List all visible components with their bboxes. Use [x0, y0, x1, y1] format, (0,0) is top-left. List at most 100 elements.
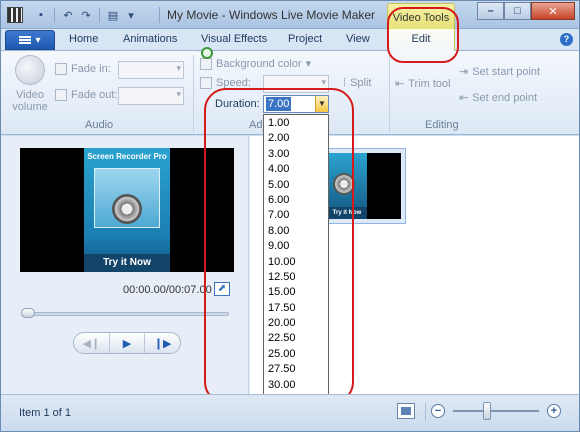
- window-title: My Movie - Windows Live Movie Maker: [167, 8, 376, 22]
- duration-option[interactable]: 30.00: [264, 378, 328, 393]
- set-end-point-button[interactable]: ⇤ Set end point: [459, 91, 537, 105]
- title-separator: [159, 7, 160, 23]
- duration-option[interactable]: 4.00: [264, 162, 328, 177]
- video-thumbnail: Screen Recorder Pro Try it Now: [84, 148, 170, 272]
- help-icon[interactable]: ?: [560, 33, 573, 46]
- duration-icon: [201, 47, 213, 59]
- thumbnail-view-icon[interactable]: [397, 403, 415, 419]
- timecode: 00:00.00/00:07.00: [123, 284, 212, 296]
- duration-option[interactable]: 22.50: [264, 331, 328, 346]
- group-separator: [389, 55, 390, 133]
- zoom-in-icon[interactable]: +: [547, 404, 561, 418]
- video-volume-button[interactable]: Video volume: [11, 89, 49, 113]
- playback-controls: ◀❙ ▶ ❙▶: [73, 332, 181, 354]
- duration-option[interactable]: 3.00: [264, 147, 328, 162]
- duration-option[interactable]: 20.00: [264, 316, 328, 331]
- speed-dropdown[interactable]: [263, 75, 329, 93]
- fade-out-icon: [55, 89, 67, 101]
- background-color-button[interactable]: Background color ▾: [200, 57, 311, 70]
- storyboard-clip[interactable]: Try it Now: [322, 148, 406, 224]
- speed-label: Speed:: [200, 77, 251, 89]
- trim-tool-label: Trim tool: [408, 77, 451, 90]
- duration-option[interactable]: 2.00: [264, 131, 328, 146]
- trim-icon: ⇤: [395, 78, 405, 90]
- duration-option[interactable]: 6.00: [264, 193, 328, 208]
- start-point-icon: ⇥: [459, 66, 469, 78]
- minimize-button[interactable]: –: [477, 2, 504, 20]
- fade-out-label: Fade out:: [55, 89, 117, 101]
- thumbnail-title: Screen Recorder Pro: [87, 152, 167, 161]
- seek-handle[interactable]: [21, 308, 35, 318]
- set-start-point-button[interactable]: ⇥ Set start point: [459, 65, 541, 79]
- duration-value[interactable]: 7.00: [266, 97, 292, 111]
- film-reel-icon: [333, 173, 355, 195]
- clip-frame: Try it Now: [327, 153, 401, 219]
- video-tools-header: Video Tools: [387, 3, 455, 31]
- title-bar: ▪ ↶ ↷ ▤ ▾ My Movie - Windows Live Movie …: [1, 1, 579, 31]
- tab-visual-effects[interactable]: Visual Effects: [201, 33, 267, 45]
- duration-option[interactable]: 9.00: [264, 239, 328, 254]
- paint-bucket-icon: [200, 57, 212, 70]
- next-frame-button[interactable]: ❙▶: [145, 333, 180, 353]
- tab-animations[interactable]: Animations: [123, 33, 177, 45]
- zoom-out-icon[interactable]: −: [431, 404, 445, 418]
- app-icon[interactable]: [7, 7, 23, 23]
- duration-option[interactable]: 10.00: [264, 255, 328, 270]
- toolbar-separator: [99, 8, 100, 22]
- clip-thumbnail: Try it Now: [327, 153, 367, 219]
- previous-frame-button[interactable]: ◀❙: [74, 333, 110, 353]
- movie-maker-window: ▪ ↶ ↷ ▤ ▾ My Movie - Windows Live Movie …: [0, 0, 580, 432]
- tab-edit[interactable]: Edit: [387, 29, 455, 52]
- end-point-icon: ⇤: [459, 92, 469, 104]
- play-button[interactable]: ▶: [110, 333, 146, 353]
- duration-option[interactable]: 17.50: [264, 301, 328, 316]
- video-preview[interactable]: Screen Recorder Pro Try it Now: [20, 148, 234, 272]
- audio-group-label: Audio: [85, 119, 114, 131]
- chevron-down-icon: ▾: [305, 58, 312, 70]
- split-label: Split: [350, 77, 372, 89]
- undo-icon[interactable]: ↶: [60, 7, 76, 23]
- duration-option[interactable]: 12.50: [264, 270, 328, 285]
- duration-option[interactable]: 15.00: [264, 285, 328, 300]
- trim-tool-button[interactable]: ⇤ Trim tool: [395, 77, 451, 91]
- zoom-slider[interactable]: [453, 410, 539, 412]
- duration-combobox[interactable]: 7.00 ▼: [263, 95, 329, 113]
- redo-icon[interactable]: ↷: [78, 7, 94, 23]
- tab-project[interactable]: Project: [288, 33, 322, 45]
- chevron-down-icon[interactable]: ▼: [315, 96, 328, 112]
- fade-in-text: Fade in:: [71, 63, 111, 75]
- editing-group-label: Editing: [425, 119, 459, 131]
- tab-view[interactable]: View: [346, 33, 370, 45]
- split-button[interactable]: ⁞ Split: [343, 77, 371, 89]
- fade-in-dropdown[interactable]: [118, 61, 184, 79]
- fade-out-text: Fade out:: [71, 89, 118, 101]
- speaker-icon: [15, 55, 45, 85]
- menu-icon: [19, 36, 32, 44]
- customize-icon[interactable]: ▾: [123, 7, 139, 23]
- quick-access-toolbar: ▪ ↶ ↷ ▤ ▾: [33, 7, 139, 23]
- file-menu-button[interactable]: ▾: [5, 30, 55, 50]
- window-controls: – □ ✕: [477, 2, 575, 20]
- item-count: Item 1 of 1: [19, 407, 71, 419]
- clip-cta: Try it Now: [327, 207, 367, 219]
- tab-home[interactable]: Home: [69, 33, 98, 45]
- duration-option[interactable]: 1.00: [264, 116, 328, 131]
- close-button[interactable]: ✕: [531, 2, 575, 20]
- save-icon[interactable]: ▪: [33, 7, 49, 23]
- duration-option[interactable]: 25.00: [264, 347, 328, 362]
- fullscreen-icon[interactable]: ⬈: [214, 282, 230, 296]
- new-icon[interactable]: ▤: [105, 7, 121, 23]
- duration-option[interactable]: 5.00: [264, 178, 328, 193]
- chevron-down-icon: ▾: [35, 34, 41, 46]
- toolbar-separator: [54, 8, 55, 22]
- thumbnail-cta: Try it Now: [84, 254, 170, 272]
- duration-option[interactable]: 7.00: [264, 208, 328, 223]
- preview-pane: Screen Recorder Pro Try it Now 00:00.00/…: [1, 136, 249, 394]
- set-start-point-label: Set start point: [472, 65, 541, 78]
- maximize-button[interactable]: □: [504, 2, 531, 20]
- fade-out-dropdown[interactable]: [118, 87, 184, 105]
- zoom-handle[interactable]: [483, 402, 492, 420]
- duration-option[interactable]: 27.50: [264, 362, 328, 377]
- seek-bar[interactable]: [23, 312, 229, 316]
- duration-option[interactable]: 8.00: [264, 224, 328, 239]
